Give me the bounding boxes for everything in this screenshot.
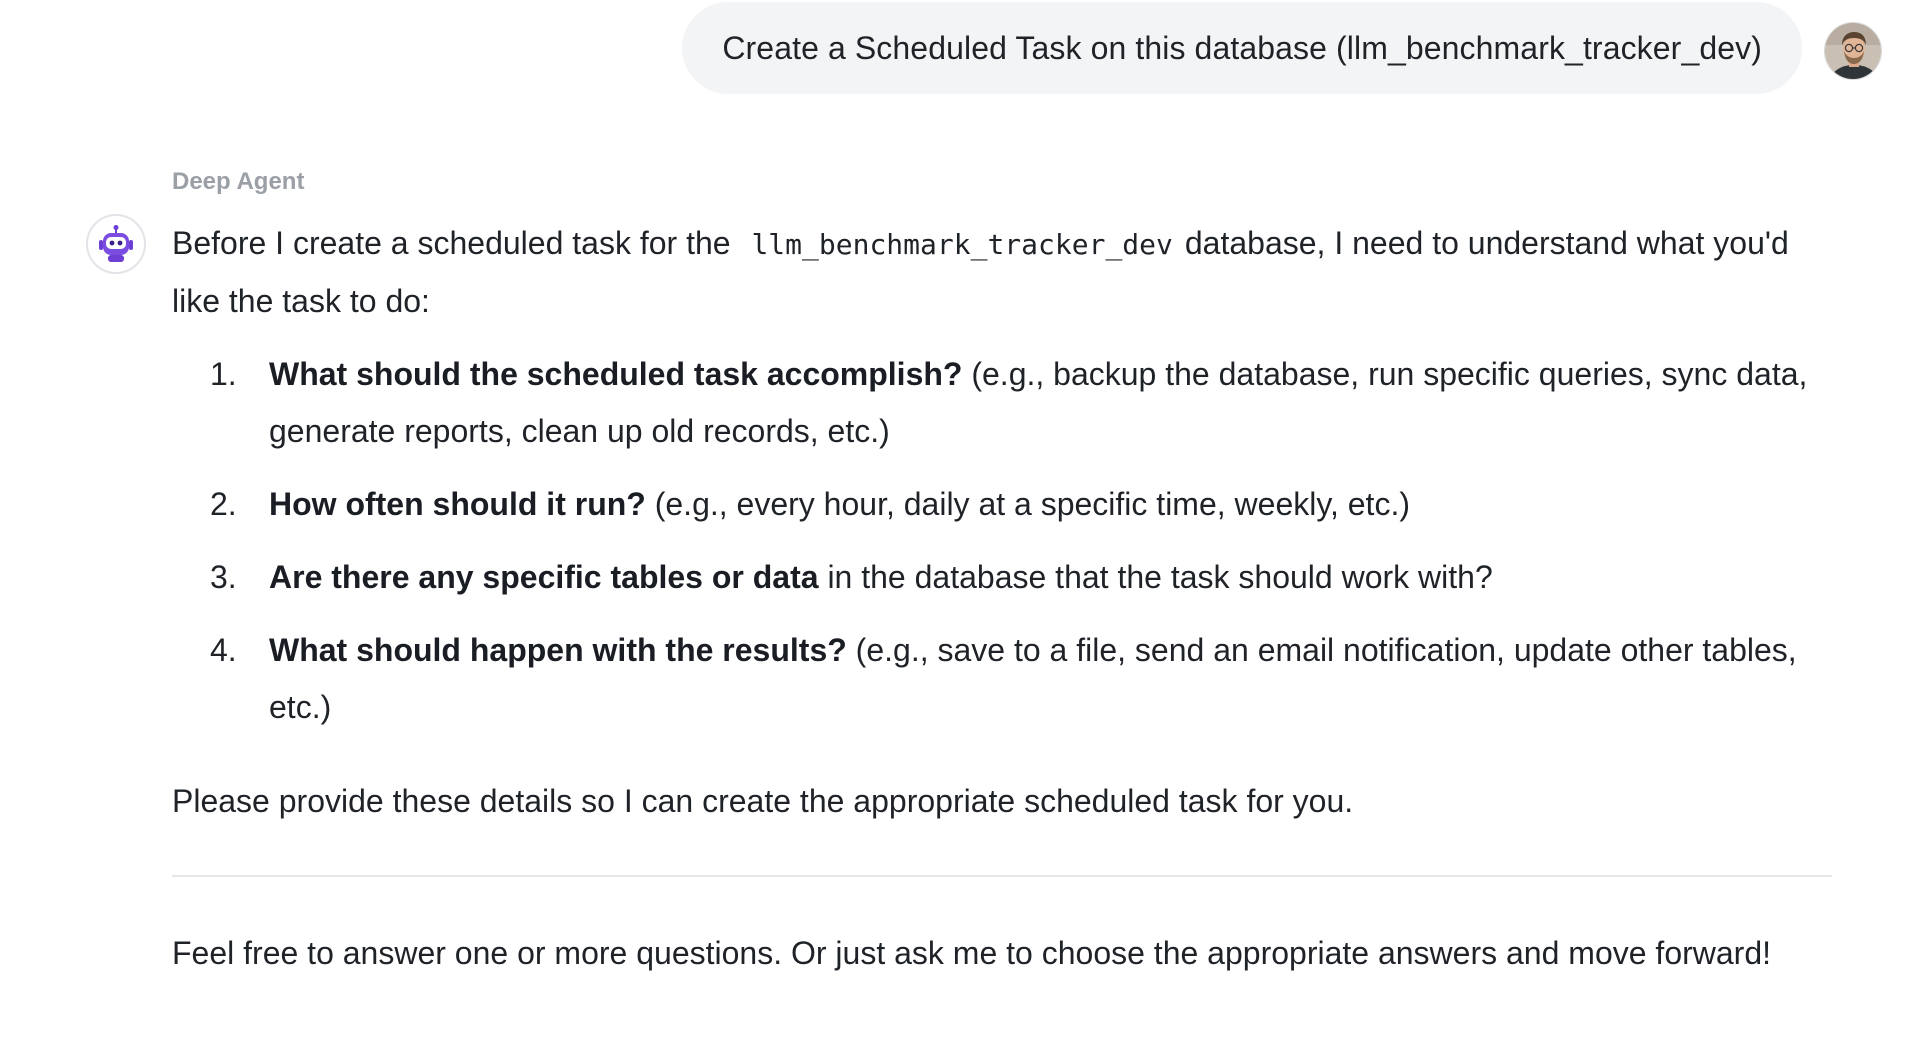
agent-avatar bbox=[86, 214, 146, 274]
user-avatar-photo-icon bbox=[1825, 23, 1881, 79]
agent-followup: Feel free to answer one or more question… bbox=[172, 935, 1772, 971]
list-number: 3. bbox=[210, 559, 237, 595]
list-number: 2. bbox=[210, 486, 237, 522]
list-number: 4. bbox=[210, 632, 237, 668]
agent-message: Before I create a scheduled task for the… bbox=[172, 215, 1832, 830]
question-detail: (e.g., every hour, daily at a specific t… bbox=[645, 486, 1410, 522]
user-message-text: Create a Scheduled Task on this database… bbox=[722, 29, 1762, 66]
robot-icon bbox=[99, 225, 133, 262]
divider bbox=[172, 875, 1832, 877]
list-item: 4. What should happen with the results? … bbox=[172, 622, 1832, 736]
intro-text-before: Before I create a scheduled task for the bbox=[172, 225, 731, 261]
user-avatar[interactable] bbox=[1824, 22, 1882, 80]
list-item: 3. Are there any specific tables or data… bbox=[172, 549, 1832, 606]
list-number: 1. bbox=[210, 356, 237, 392]
question-title: Are there any specific tables or data bbox=[269, 559, 819, 595]
agent-intro: Before I create a scheduled task for the… bbox=[172, 215, 1832, 330]
list-item: 1. What should the scheduled task accomp… bbox=[172, 346, 1832, 460]
question-title: How often should it run? bbox=[269, 486, 646, 522]
question-title: What should happen with the results? bbox=[269, 632, 847, 668]
questions-list: 1. What should the scheduled task accomp… bbox=[172, 346, 1832, 736]
user-message-bubble: Create a Scheduled Task on this database… bbox=[682, 2, 1802, 94]
agent-closing: Please provide these details so I can cr… bbox=[172, 783, 1354, 819]
question-detail: in the database that the task should wor… bbox=[818, 559, 1493, 595]
database-name-code: llm_benchmark_tracker_dev bbox=[751, 228, 1173, 261]
user-message-row: Create a Scheduled Task on this database… bbox=[682, 2, 1882, 94]
list-item: 2. How often should it run? (e.g., every… bbox=[172, 476, 1832, 533]
question-title: What should the scheduled task accomplis… bbox=[269, 356, 963, 392]
agent-name-label: Deep Agent bbox=[172, 168, 305, 195]
